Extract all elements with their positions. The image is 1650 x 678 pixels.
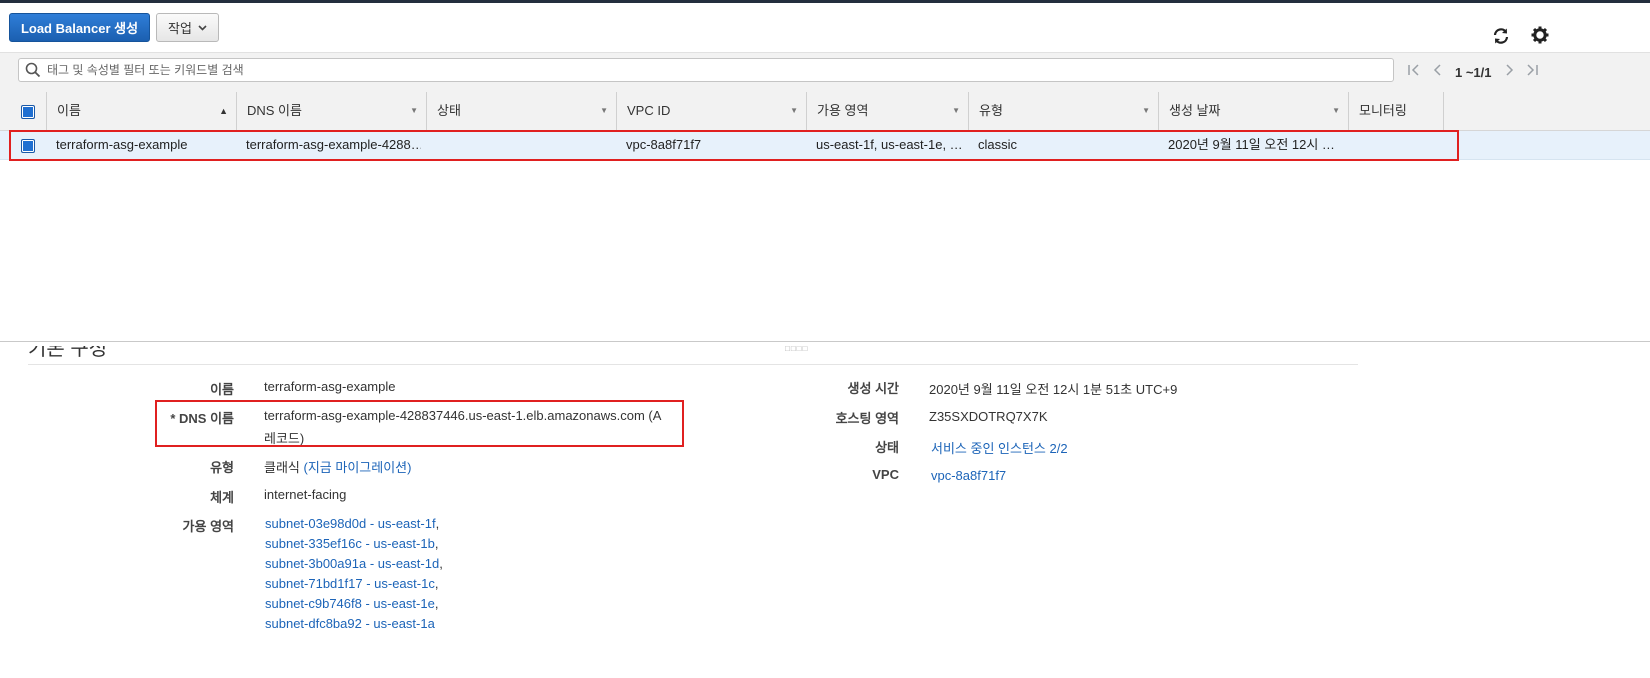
instances-in-service-link[interactable]: 서비스 중인 인스턴스 2/2 xyxy=(931,438,1068,457)
az-label: 가용 영역 xyxy=(182,519,234,534)
type-value-group: 클래식 (지금 마이그레이션) xyxy=(264,457,411,476)
vpc-label: VPC xyxy=(872,467,899,482)
column-header-label: VPC ID xyxy=(627,103,671,118)
name-label: 이름 xyxy=(210,382,234,397)
splitter-grip-icon[interactable]: □□□□ xyxy=(785,344,808,353)
scheme-label: 체계 xyxy=(210,490,234,505)
dns-value-line2: 레코드) xyxy=(264,431,305,446)
prev-page-icon[interactable] xyxy=(1431,63,1443,81)
last-page-icon[interactable] xyxy=(1525,63,1539,81)
subnet-link-label: subnet-c9b746f8 - us-east-1e xyxy=(265,596,435,611)
column-header-vpc[interactable]: VPC ID ▼ xyxy=(616,92,806,130)
sort-icon: ▼ xyxy=(790,106,798,115)
sort-ascending-icon: ▲ xyxy=(219,106,228,116)
cell-type: classic xyxy=(978,137,1018,152)
search-input[interactable] xyxy=(47,59,1377,81)
scheme-value: internet-facing xyxy=(264,487,347,502)
first-page-icon[interactable] xyxy=(1407,63,1421,81)
column-header-monitoring[interactable]: 모니터링 xyxy=(1348,92,1444,130)
migrate-now-link[interactable]: (지금 마이그레이션) xyxy=(304,460,412,475)
created-time-label: 생성 시간 xyxy=(847,381,899,396)
created-time-value: 2020년 9월 11일 오전 12시 1분 51초 UTC+9 xyxy=(929,382,1178,397)
column-header-label: 유형 xyxy=(979,103,1003,118)
column-header-created[interactable]: 생성 날짜 ▼ xyxy=(1158,92,1348,130)
search-icon xyxy=(25,62,41,78)
pagination-text: 1 ~1/1 xyxy=(1455,65,1492,80)
column-header-label: 이름 xyxy=(57,103,81,118)
subnet-link[interactable]: subnet-3b00a91a - us-east-1d, xyxy=(265,556,443,571)
cell-vpc: vpc-8a8f71f7 xyxy=(626,137,702,152)
subnet-link[interactable]: subnet-71bd1f17 - us-east-1c, xyxy=(265,576,438,591)
subnet-link-label: subnet-03e98d0d - us-east-1f xyxy=(265,516,436,531)
subnet-link[interactable]: subnet-03e98d0d - us-east-1f, xyxy=(265,516,439,531)
column-header-type[interactable]: 유형 ▼ xyxy=(968,92,1158,130)
subnet-link-label: subnet-335ef16c - us-east-1b xyxy=(265,536,435,551)
hosted-zone-label: 호스팅 영역 xyxy=(835,411,899,426)
actions-label: 작업 xyxy=(168,21,192,36)
settings-gear-icon[interactable] xyxy=(1530,25,1550,45)
status-label: 상태 xyxy=(875,440,899,455)
cell-name: terraform-asg-example xyxy=(56,137,188,152)
type-label: 유형 xyxy=(210,460,234,475)
sort-icon: ▼ xyxy=(1142,106,1150,115)
name-value: terraform-asg-example xyxy=(264,379,396,394)
subnet-link-label: subnet-3b00a91a - us-east-1d xyxy=(265,556,440,571)
subnet-link-label: subnet-dfc8ba92 - us-east-1a xyxy=(265,616,435,631)
dns-value-line1: terraform-asg-example-428837446.us-east-… xyxy=(264,408,662,423)
next-page-icon[interactable] xyxy=(1504,63,1516,81)
hosted-zone-value: Z35SXDOTRQ7X7K xyxy=(929,409,1048,424)
column-header-az[interactable]: 가용 영역 ▼ xyxy=(806,92,968,130)
sort-icon: ▼ xyxy=(1332,106,1340,115)
column-header-label: 모니터링 xyxy=(1359,103,1407,118)
subnet-link[interactable]: subnet-335ef16c - us-east-1b, xyxy=(265,536,438,551)
section-title: 기본 구성 xyxy=(28,338,108,360)
vpc-link[interactable]: vpc-8a8f71f7 xyxy=(931,468,1006,483)
refresh-icon[interactable] xyxy=(1491,26,1511,46)
cell-dns: terraform-asg-example-4288… xyxy=(246,137,421,152)
pane-splitter[interactable] xyxy=(0,341,1650,342)
cell-az: us-east-1f, us-east-1e, … xyxy=(816,137,963,152)
chevron-down-icon xyxy=(198,24,207,31)
subnet-link-label: subnet-71bd1f17 - us-east-1c xyxy=(265,576,435,591)
create-load-balancer-button[interactable]: Load Balancer 생성 xyxy=(9,13,150,42)
type-value: 클래식 xyxy=(264,460,300,475)
select-all-checkbox[interactable] xyxy=(21,105,35,119)
actions-dropdown-button[interactable]: 작업 xyxy=(156,13,219,42)
search-box[interactable] xyxy=(18,58,1394,82)
column-header-label: 가용 영역 xyxy=(817,103,869,118)
column-header-dns[interactable]: DNS 이름 ▼ xyxy=(236,92,426,130)
cell-created: 2020년 9월 11일 오전 12시 … xyxy=(1168,137,1335,152)
row-checkbox[interactable] xyxy=(21,139,35,153)
column-header-label: 상태 xyxy=(437,103,461,118)
top-border xyxy=(0,0,1650,3)
column-header-state[interactable]: 상태 ▼ xyxy=(426,92,616,130)
create-load-balancer-label: Load Balancer 생성 xyxy=(20,21,139,36)
section-divider xyxy=(28,364,1358,365)
subnet-link[interactable]: subnet-c9b746f8 - us-east-1e, xyxy=(265,596,438,611)
sort-icon: ▼ xyxy=(600,106,608,115)
column-header-label: 생성 날짜 xyxy=(1169,103,1221,118)
column-header-name[interactable]: 이름 ▲ xyxy=(46,92,236,130)
sort-icon: ▼ xyxy=(952,106,960,115)
sort-icon: ▼ xyxy=(410,106,418,115)
dns-label: * DNS 이름 xyxy=(170,411,234,426)
subnet-link[interactable]: subnet-dfc8ba92 - us-east-1a xyxy=(265,616,435,631)
column-header-label: DNS 이름 xyxy=(247,103,302,118)
cell-state xyxy=(436,131,611,159)
